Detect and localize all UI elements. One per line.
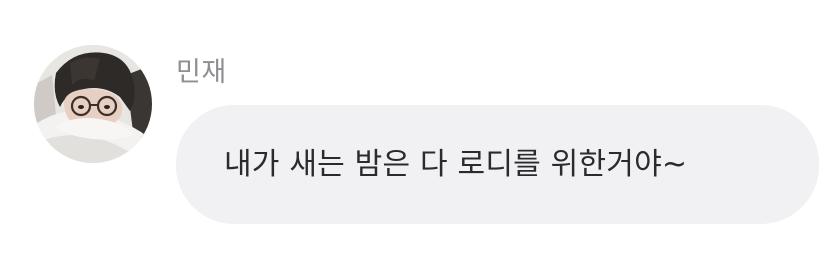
sender-avatar[interactable] bbox=[34, 45, 152, 163]
profile-photo-avatar bbox=[34, 45, 152, 163]
message-bubble[interactable]: 내가 새는 밤은 다 로디를 위한거야~ bbox=[176, 105, 819, 224]
message-text: 내가 새는 밤은 다 로디를 위한거야~ bbox=[224, 146, 688, 182]
sender-name: 민재 bbox=[176, 57, 227, 88]
incoming-message-row: 민재 내가 새는 밤은 다 로디를 위한거야~ bbox=[0, 0, 830, 277]
